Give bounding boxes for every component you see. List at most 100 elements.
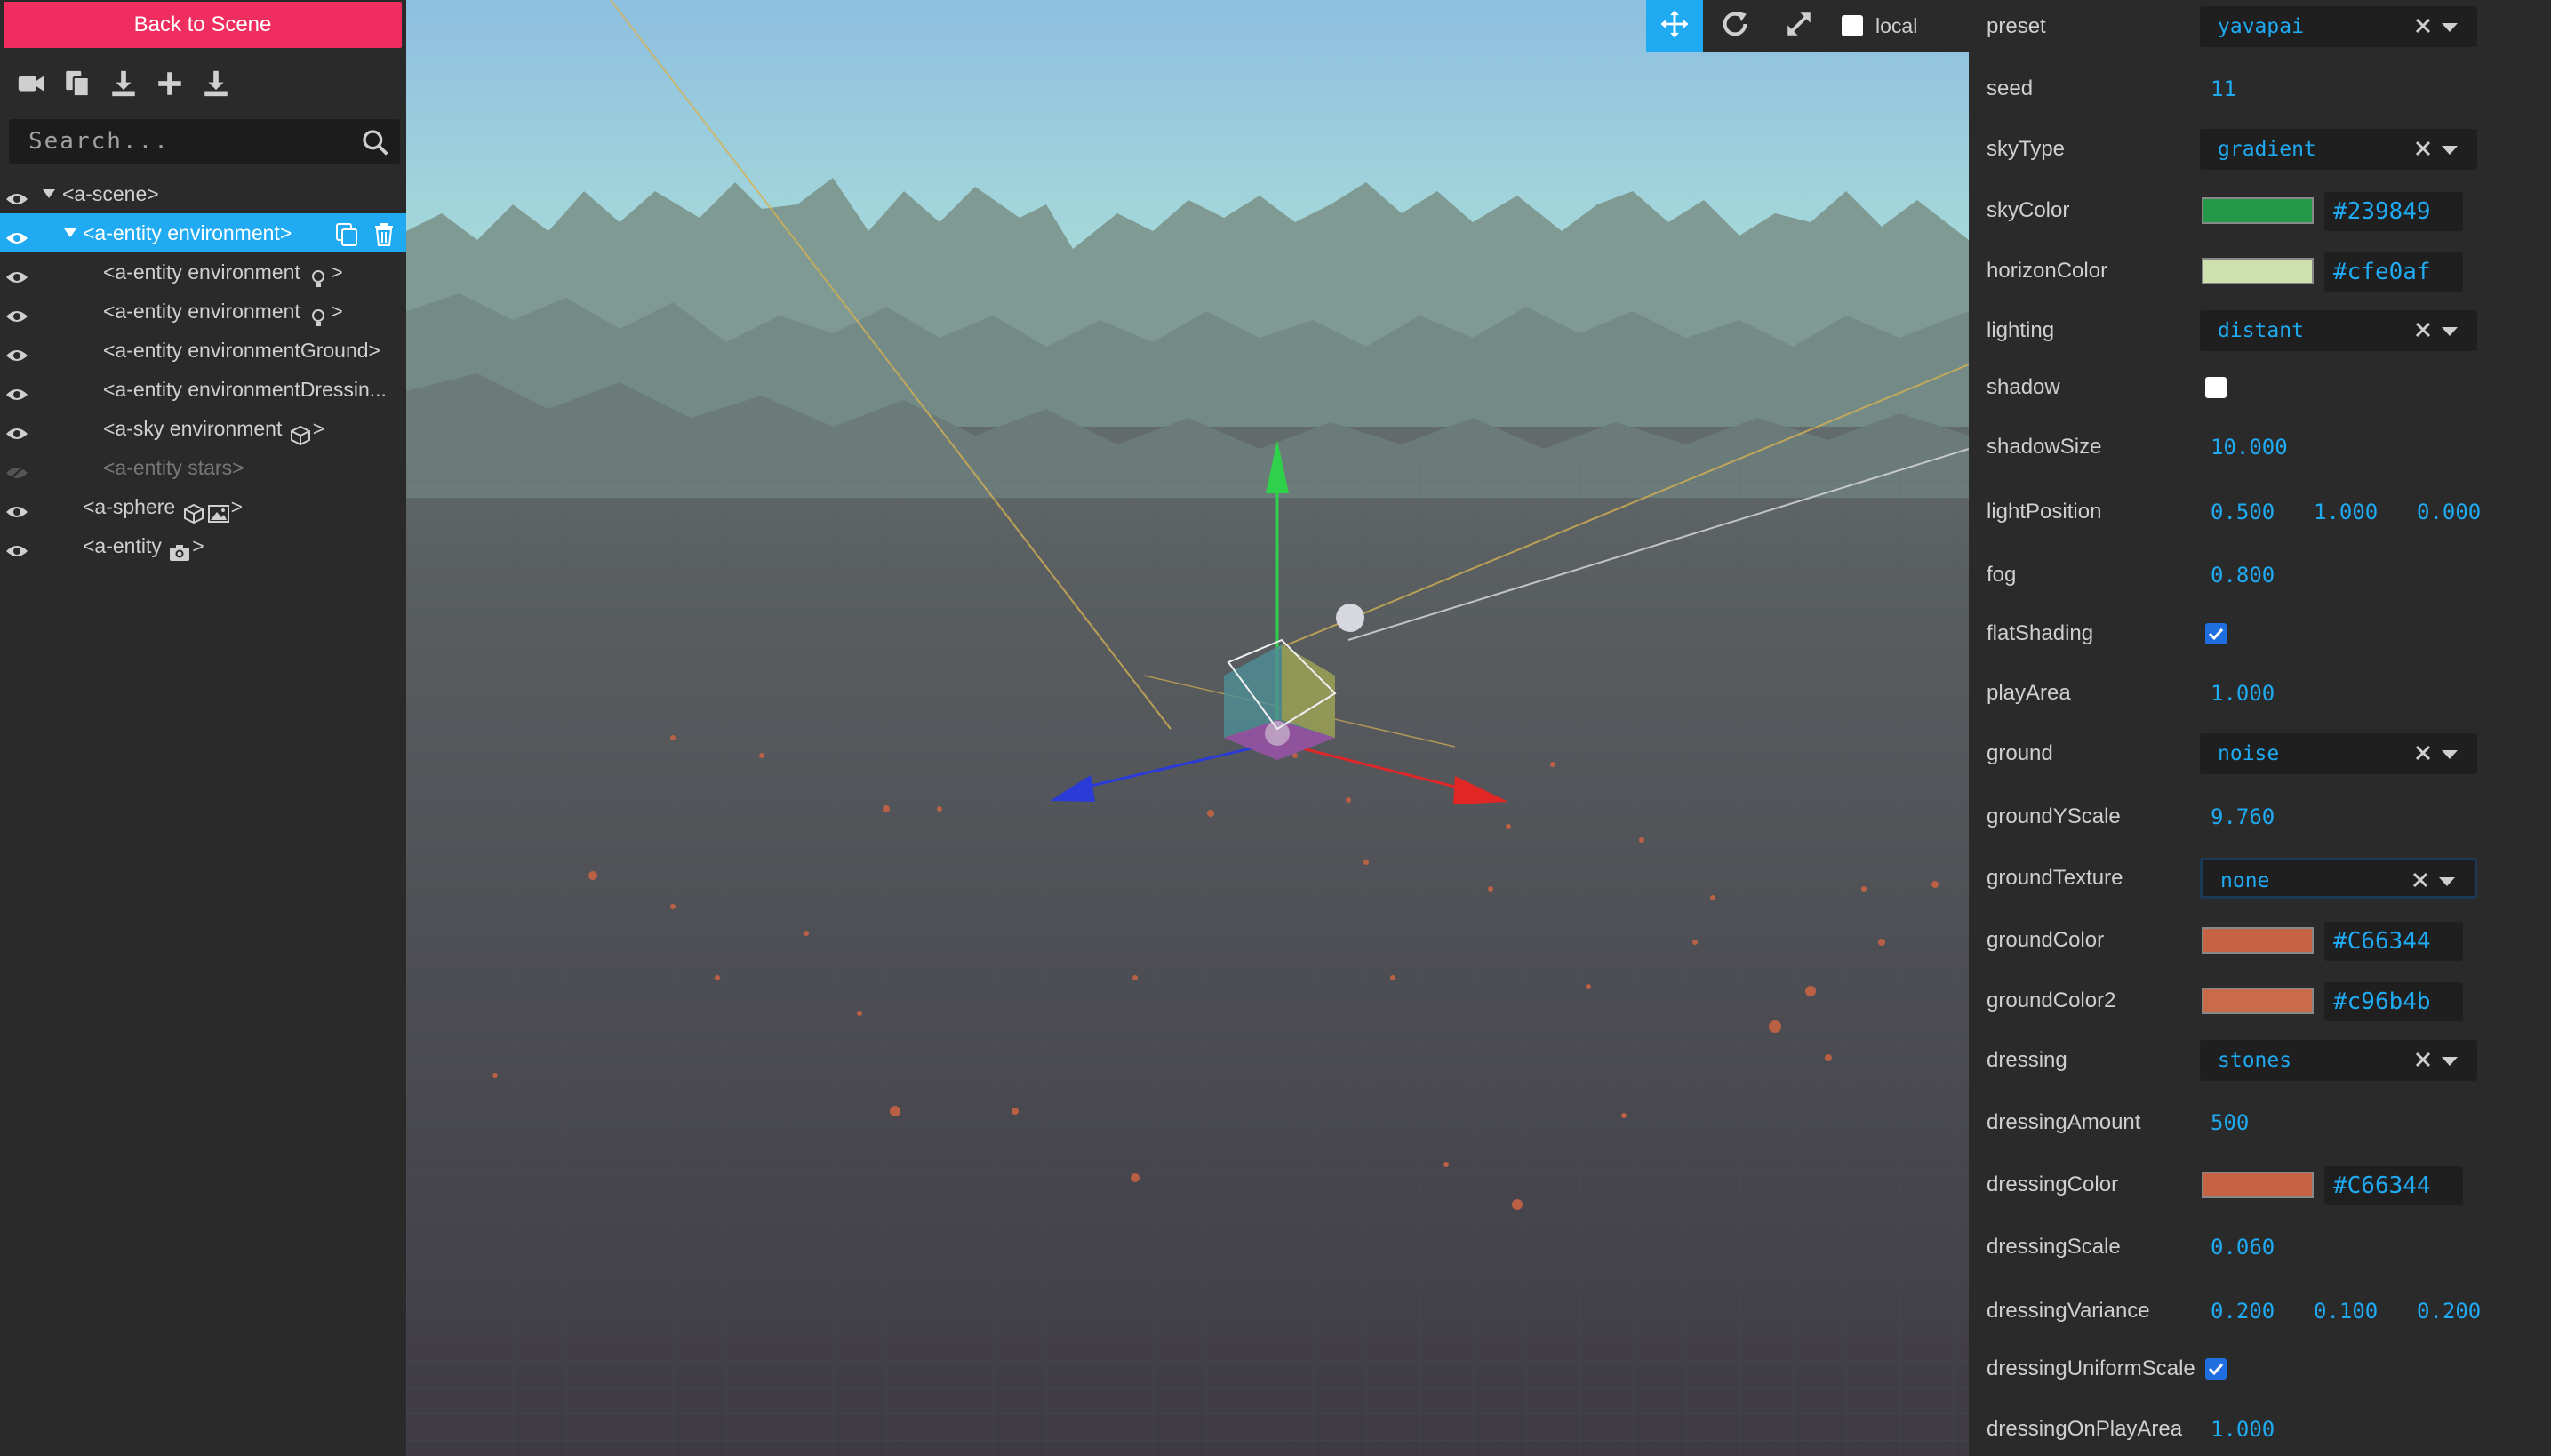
ground-select[interactable]: noise xyxy=(2200,733,2477,774)
shadowsize-input[interactable]: 10.000 xyxy=(2211,420,2288,474)
playarea-input[interactable]: 1.000 xyxy=(2211,667,2275,720)
groundcolor2-swatch[interactable] xyxy=(2202,988,2314,1014)
trash-icon[interactable] xyxy=(372,220,396,246)
skycolor-hex-input[interactable]: #239849 xyxy=(2324,192,2463,231)
dressingcolor-hex-input[interactable]: #C66344 xyxy=(2324,1166,2463,1205)
shadow-checkbox[interactable] xyxy=(2205,377,2227,398)
translate-button[interactable] xyxy=(1646,0,1703,52)
chevron-down-icon[interactable] xyxy=(2439,877,2455,886)
search-icon[interactable] xyxy=(361,128,389,156)
add-entity-icon[interactable] xyxy=(153,67,187,100)
tree-item-environment-light-2[interactable]: <a-entity environment > xyxy=(0,292,406,331)
scale-button[interactable] xyxy=(1767,0,1831,52)
tree-item-camera-entity[interactable]: <a-entity > xyxy=(0,526,406,565)
prop-shadowsize: shadowSize 10.000 xyxy=(1969,420,2551,474)
dressingscale-input[interactable]: 0.060 xyxy=(2211,1220,2275,1274)
seed-input[interactable]: 11 xyxy=(2211,62,2236,116)
chevron-down-icon[interactable] xyxy=(2442,750,2458,759)
eye-icon[interactable] xyxy=(5,535,28,556)
eye-icon[interactable] xyxy=(5,183,28,204)
groundyscale-input[interactable]: 9.760 xyxy=(2211,790,2275,844)
prop-seed: seed 11 xyxy=(1969,62,2551,116)
lighting-select[interactable]: distant xyxy=(2200,310,2477,351)
tree-item-sphere[interactable]: <a-sphere > xyxy=(0,487,406,526)
dressingvariance-x-input[interactable]: 0.200 xyxy=(2211,1284,2275,1338)
prop-horizoncolor: horizonColor #cfe0af xyxy=(1969,244,2551,298)
skycolor-swatch[interactable] xyxy=(2202,197,2314,224)
chevron-down-icon[interactable] xyxy=(2442,1057,2458,1066)
skytype-select[interactable]: gradient xyxy=(2200,129,2477,170)
chevron-down-icon[interactable] xyxy=(2442,23,2458,32)
dressingamount-input[interactable]: 500 xyxy=(2211,1096,2249,1149)
prop-lightposition: lightPosition 0.500 1.000 0.000 xyxy=(1969,485,2551,539)
lightposition-z-input[interactable]: 0.000 xyxy=(2417,485,2481,539)
camera-icon[interactable] xyxy=(14,67,48,100)
clone-icon[interactable] xyxy=(335,220,358,246)
prop-lighting: lighting distant xyxy=(1969,304,2551,357)
fog-input[interactable]: 0.800 xyxy=(2211,548,2275,602)
lightposition-x-input[interactable]: 0.500 xyxy=(2211,485,2275,539)
clear-icon[interactable] xyxy=(2413,320,2433,340)
horizoncolor-hex-input[interactable]: #cfe0af xyxy=(2324,252,2463,292)
eye-icon[interactable] xyxy=(5,340,28,361)
tree-item-environment-ground[interactable]: <a-entity environmentGround> xyxy=(0,331,406,370)
tree-item-sky[interactable]: <a-sky environment > xyxy=(0,409,406,448)
export-icon[interactable] xyxy=(199,67,233,100)
lightbulb-icon xyxy=(308,263,329,287)
tree-item-label: <a-scene> xyxy=(62,182,159,205)
eye-icon[interactable] xyxy=(5,496,28,517)
clear-icon[interactable] xyxy=(2411,870,2430,890)
tree-item-environment-dressing[interactable]: <a-entity environmentDressin... xyxy=(0,370,406,409)
chevron-down-icon[interactable] xyxy=(2442,327,2458,336)
eye-icon[interactable] xyxy=(5,379,28,400)
horizoncolor-swatch[interactable] xyxy=(2202,258,2314,284)
chevron-down-icon[interactable] xyxy=(43,189,55,198)
back-to-scene-button[interactable]: Back to Scene xyxy=(4,2,402,48)
prop-dressinguniformscale: dressingUniformScale xyxy=(1969,1342,2551,1396)
chevron-down-icon[interactable] xyxy=(64,228,76,237)
clear-icon[interactable] xyxy=(2413,16,2433,36)
lightposition-y-input[interactable]: 1.000 xyxy=(2314,485,2378,539)
prop-groundyscale: groundYScale 9.760 xyxy=(1969,790,2551,844)
dressingcolor-swatch[interactable] xyxy=(2202,1172,2314,1198)
dressingvariance-y-input[interactable]: 0.100 xyxy=(2314,1284,2378,1338)
tree-item-label: <a-entity environmentDressin... xyxy=(103,378,387,401)
flatshading-checkbox[interactable] xyxy=(2205,623,2227,644)
eye-icon[interactable] xyxy=(5,261,28,283)
tree-item-stars[interactable]: <a-entity stars> xyxy=(0,448,406,487)
eye-icon[interactable] xyxy=(5,418,28,439)
groundcolor-hex-input[interactable]: #C66344 xyxy=(2324,922,2463,961)
clear-icon[interactable] xyxy=(2413,139,2433,158)
preset-select[interactable]: yavapai xyxy=(2200,6,2477,47)
search-input[interactable] xyxy=(9,119,400,164)
3d-viewport[interactable] xyxy=(406,0,1969,1456)
groundcolor-swatch[interactable] xyxy=(2202,927,2314,954)
tree-item-environment-light[interactable]: <a-entity environment > xyxy=(0,252,406,292)
entity-tree: <a-scene> <a-entity environment> <a-enti… xyxy=(0,174,406,565)
camera-icon xyxy=(169,537,190,561)
tree-item-a-scene[interactable]: <a-scene> xyxy=(0,174,406,213)
clear-icon[interactable] xyxy=(2413,1050,2433,1069)
local-toggle[interactable]: local xyxy=(1842,14,1917,38)
groundtexture-select[interactable]: none xyxy=(2200,858,2477,899)
prop-groundcolor: groundColor #C66344 xyxy=(1969,914,2551,967)
dressinguniformscale-checkbox[interactable] xyxy=(2205,1358,2227,1380)
prop-flatshading: flatShading xyxy=(1969,607,2551,660)
eye-icon[interactable] xyxy=(5,300,28,322)
properties-panel: preset yavapai seed 11 skyType gradient … xyxy=(1969,0,2551,1456)
chevron-down-icon[interactable] xyxy=(2442,146,2458,155)
eye-slash-icon[interactable] xyxy=(5,457,28,482)
dressing-select[interactable]: stones xyxy=(2200,1040,2477,1081)
cube-icon xyxy=(290,420,311,446)
local-checkbox[interactable] xyxy=(1842,15,1863,36)
prop-dressingscale: dressingScale 0.060 xyxy=(1969,1220,2551,1274)
clear-icon[interactable] xyxy=(2413,743,2433,763)
dressingvariance-z-input[interactable]: 0.200 xyxy=(2417,1284,2481,1338)
eye-icon[interactable] xyxy=(5,222,28,244)
rotate-button[interactable] xyxy=(1703,0,1767,52)
copy-icon[interactable] xyxy=(60,67,94,100)
dressingonplayarea-input[interactable]: 1.000 xyxy=(2211,1403,2275,1456)
tree-item-environment-selected[interactable]: <a-entity environment> xyxy=(0,213,406,252)
download-icon[interactable] xyxy=(107,67,140,100)
groundcolor2-hex-input[interactable]: #c96b4b xyxy=(2324,982,2463,1021)
